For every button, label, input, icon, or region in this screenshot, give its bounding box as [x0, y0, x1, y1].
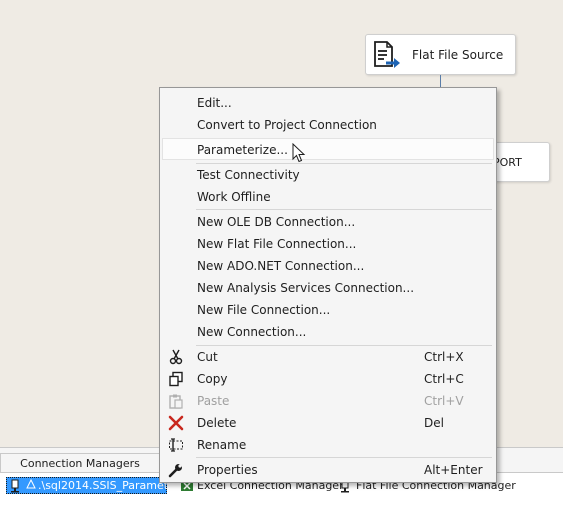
rename-icon — [168, 437, 184, 453]
scissors-icon — [168, 349, 184, 365]
menu-item-convert-to-project-connection[interactable]: Convert to Project Connection — [162, 114, 494, 136]
delete-x-icon — [168, 415, 184, 431]
menu-item-new-ado-net-connection[interactable]: New ADO.NET Connection... — [162, 255, 494, 277]
menu-item-label: Delete — [197, 416, 237, 430]
menu-item-label: New Flat File Connection... — [197, 237, 357, 251]
menu-item-parameterize[interactable]: Parameterize... — [162, 138, 494, 160]
menu-item-shortcut: Ctrl+X — [424, 350, 464, 364]
menu-item-label: Edit... — [197, 96, 232, 110]
context-menu: Edit... Convert to Project Connection Pa… — [159, 87, 497, 483]
menu-separator — [196, 209, 492, 210]
menu-item-new-connection[interactable]: New Connection... — [162, 321, 494, 343]
menu-item-label: New ADO.NET Connection... — [197, 259, 365, 273]
menu-item-label: Cut — [197, 350, 218, 364]
menu-item-paste[interactable]: Paste Ctrl+V — [162, 390, 494, 412]
menu-item-label: Properties — [197, 463, 258, 477]
menu-item-shortcut: Ctrl+C — [424, 372, 464, 386]
menu-item-label: Rename — [197, 438, 247, 452]
menu-item-label: Parameterize... — [197, 143, 288, 157]
menu-item-label: Copy — [197, 372, 228, 386]
flat-file-source-label: Flat File Source — [412, 47, 504, 62]
menu-item-label: Paste — [197, 394, 230, 408]
menu-item-new-analysis-services-connection[interactable]: New Analysis Services Connection... — [162, 277, 494, 299]
menu-item-label: Convert to Project Connection — [197, 118, 377, 132]
flat-file-source-icon — [372, 40, 402, 70]
destination-task[interactable]: PORT — [488, 142, 550, 182]
tab-connection-managers[interactable]: Connection Managers — [0, 453, 160, 473]
menu-item-properties[interactable]: Properties Alt+Enter — [162, 459, 494, 481]
connection-manager-sql2014[interactable]: .\sql2014.SSIS_Parameter — [6, 477, 179, 494]
menu-item-shortcut: Alt+Enter — [424, 463, 483, 477]
menu-item-cut[interactable]: Cut Ctrl+X — [162, 346, 494, 368]
paste-icon — [168, 393, 184, 409]
menu-item-new-flat-file-connection[interactable]: New Flat File Connection... — [162, 233, 494, 255]
menu-item-label: Work Offline — [197, 190, 271, 204]
menu-item-test-connectivity[interactable]: Test Connectivity — [162, 164, 494, 186]
copy-icon — [168, 371, 184, 387]
menu-item-label: New File Connection... — [197, 303, 331, 317]
warning-icon — [26, 478, 36, 493]
menu-item-label: Test Connectivity — [197, 168, 300, 182]
menu-separator — [196, 457, 492, 458]
menu-item-work-offline[interactable]: Work Offline — [162, 186, 494, 208]
menu-item-edit[interactable]: Edit... — [162, 92, 494, 114]
flat-file-source-task[interactable]: Flat File Source — [365, 34, 516, 75]
menu-item-label: New Analysis Services Connection... — [197, 281, 415, 295]
menu-item-new-file-connection[interactable]: New File Connection... — [162, 299, 494, 321]
destination-task-label: PORT — [493, 155, 522, 169]
ole-db-connection-icon — [9, 479, 23, 493]
menu-item-new-ole-db-connection[interactable]: New OLE DB Connection... — [162, 211, 494, 233]
mouse-pointer-icon — [292, 142, 306, 163]
menu-item-copy[interactable]: Copy Ctrl+C — [162, 368, 494, 390]
menu-item-delete[interactable]: Delete Del — [162, 412, 494, 434]
menu-item-rename[interactable]: Rename — [162, 434, 494, 456]
menu-item-label: New Connection... — [197, 325, 307, 339]
menu-item-label: New OLE DB Connection... — [197, 215, 356, 229]
menu-item-shortcut: Ctrl+V — [424, 394, 464, 408]
wrench-icon — [168, 462, 184, 478]
menu-item-shortcut: Del — [424, 416, 444, 430]
